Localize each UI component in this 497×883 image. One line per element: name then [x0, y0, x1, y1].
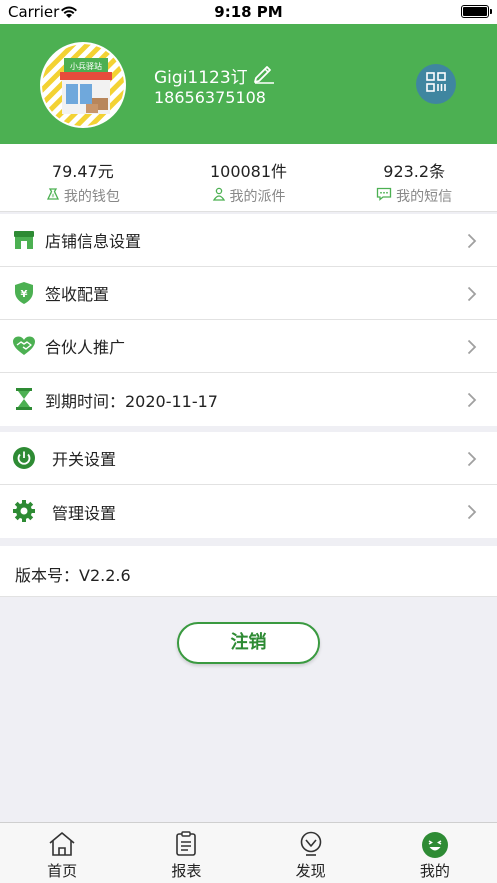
menu-label: 合伙人推广 [45, 338, 126, 357]
stat-value: 100081件 [209, 162, 288, 181]
gear-icon [12, 499, 36, 523]
user-phone: 18656375108 [154, 88, 266, 107]
tab-discover[interactable]: 发现 [249, 823, 373, 883]
menu-item-sign-config[interactable]: ¥ 签收配置 [0, 267, 497, 320]
power-icon [12, 446, 36, 470]
version-label: 版本号：V2.2.6 [15, 566, 131, 585]
username: Gigi1123订 [154, 62, 276, 89]
menu-label: 开关设置 [52, 450, 117, 469]
tab-bar: 首页 报表 发现 我的 [0, 822, 497, 883]
chevron-right-icon [467, 392, 477, 408]
stat-label: 我的派件 [229, 189, 286, 205]
stat-delivery[interactable]: 100081件 我的派件 [166, 144, 332, 211]
shield-yen-icon: ¥ [12, 281, 36, 305]
smile-icon [373, 831, 497, 858]
stat-value: 79.47元 [51, 162, 114, 181]
message-icon [376, 187, 392, 205]
logout-button[interactable]: 注销 [177, 622, 320, 664]
wallet-icon: ¥ [46, 187, 60, 205]
menu-item-partner[interactable]: 合伙人推广 [0, 320, 497, 373]
menu-group-store: 店铺信息设置 ¥ 签收配置 合伙人推广 到期时间：2020-11-17 [0, 214, 497, 426]
chevron-right-icon [467, 233, 477, 249]
menu-group-settings: 开关设置 管理设置 [0, 432, 497, 538]
stat-wallet[interactable]: 79.47元 ¥ 我的钱包 [0, 144, 166, 211]
tab-label: 发现 [295, 862, 326, 880]
clock: 9:18 PM [214, 3, 283, 21]
stats-bar: 79.47元 ¥ 我的钱包 100081件 我的派件 923.2条 我的短信 [0, 144, 497, 212]
menu-label: 签收配置 [45, 285, 110, 304]
qr-code-icon [425, 71, 447, 97]
tab-label: 我的 [419, 862, 450, 880]
stat-label: 我的短信 [396, 189, 453, 205]
status-bar: Carrier 9:18 PM [0, 0, 497, 24]
courier-icon [212, 187, 226, 205]
tab-home[interactable]: 首页 [0, 823, 124, 883]
menu-item-management[interactable]: 管理设置 [0, 485, 497, 538]
menu-item-switch-settings[interactable]: 开关设置 [0, 432, 497, 485]
home-icon [0, 831, 124, 857]
store-sign-text: 小兵驿站 [70, 61, 102, 71]
tab-label: 报表 [171, 862, 202, 880]
tab-mine[interactable]: 我的 [373, 823, 497, 883]
menu-item-expiry[interactable]: 到期时间：2020-11-17 [0, 373, 497, 426]
avatar[interactable]: 小兵驿站 [40, 42, 126, 128]
menu-label: 管理设置 [52, 503, 117, 523]
qr-code-button[interactable] [416, 64, 456, 104]
svg-text:¥: ¥ [51, 194, 54, 200]
store-icon [12, 228, 36, 252]
chevron-right-icon [467, 339, 477, 355]
menu-item-store-info[interactable]: 店铺信息设置 [0, 214, 497, 267]
hourglass-icon [12, 387, 36, 411]
chevron-right-icon [467, 504, 477, 520]
edit-pencil-icon[interactable] [252, 62, 276, 89]
chevron-right-icon [467, 286, 477, 302]
menu-label: 到期时间：2020-11-17 [45, 391, 218, 411]
battery-icon [461, 5, 492, 18]
discover-icon [249, 831, 373, 857]
menu-label: 店铺信息设置 [45, 232, 142, 251]
username-text: Gigi1123订 [154, 68, 248, 88]
tab-reports[interactable]: 报表 [124, 823, 248, 883]
version-row: 版本号：V2.2.6 [0, 546, 497, 597]
stat-sms[interactable]: 923.2条 我的短信 [331, 144, 497, 211]
stat-value: 923.2条 [383, 162, 446, 181]
chevron-right-icon [467, 451, 477, 467]
svg-text:¥: ¥ [21, 289, 28, 300]
tab-label: 首页 [47, 862, 78, 880]
handshake-icon [12, 334, 36, 358]
stat-label: 我的钱包 [63, 189, 120, 205]
clipboard-icon [124, 831, 248, 857]
profile-header: 小兵驿站 Gigi1123订 18656375108 [0, 24, 497, 144]
